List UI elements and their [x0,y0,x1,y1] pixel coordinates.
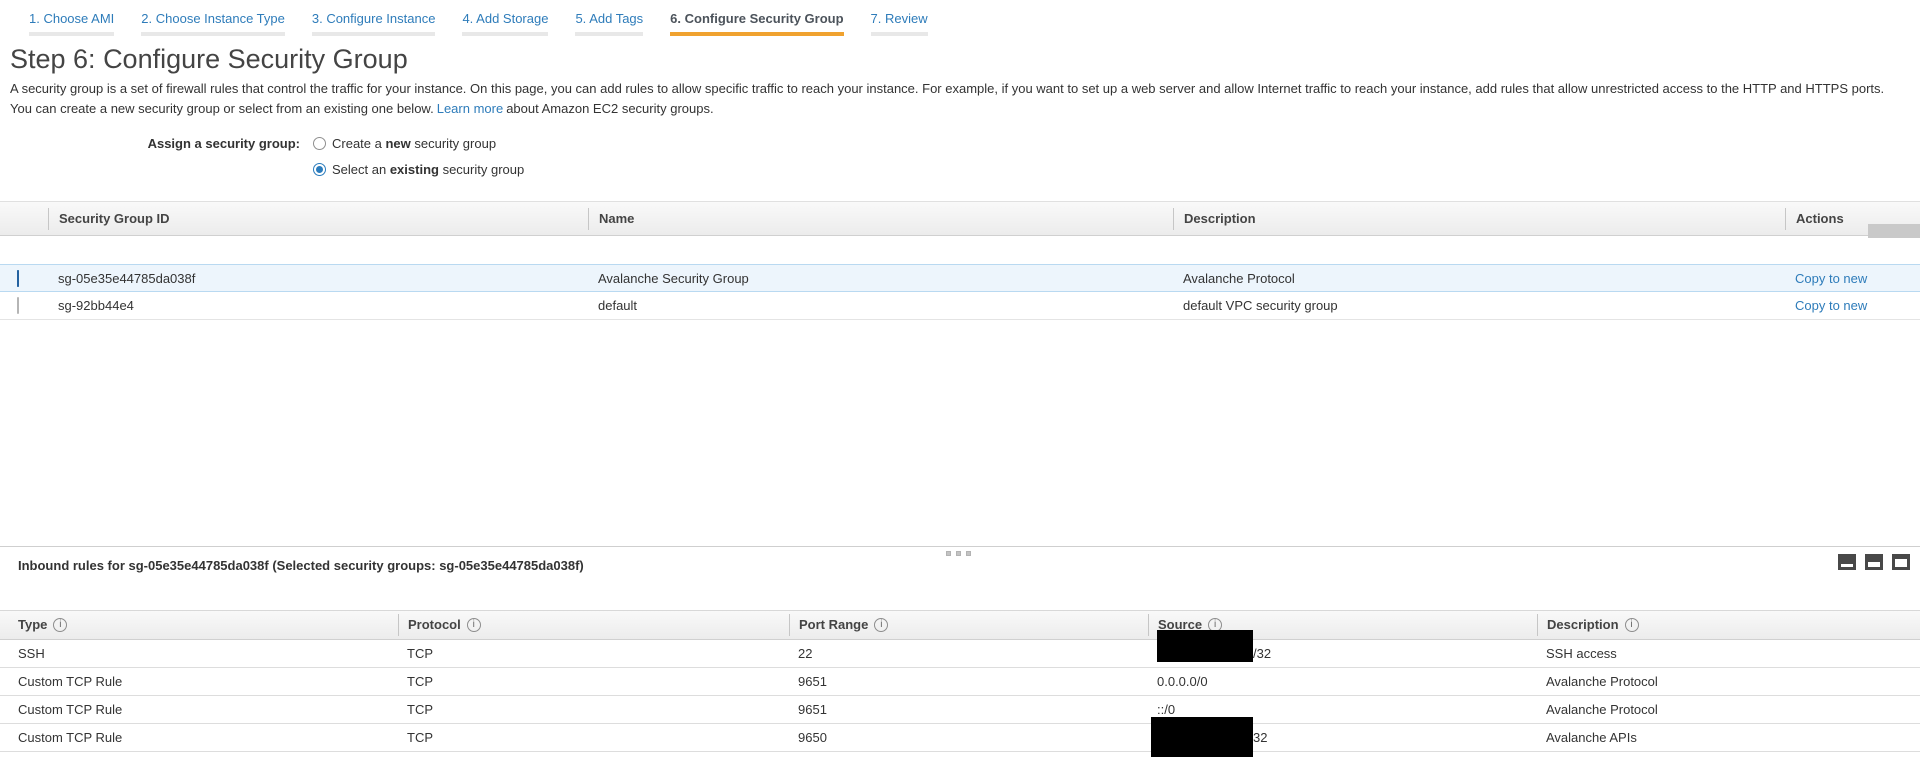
security-group-id: sg-92bb44e4 [48,298,588,313]
rule-port-range: 22 [789,646,1148,661]
info-icon[interactable]: i [1625,618,1639,632]
column-header-description: Descriptioni [1537,614,1920,636]
wizard-step-tabs: 1. Choose AMI 2. Choose Instance Type 3.… [0,0,1920,36]
tab-add-tags[interactable]: 5. Add Tags [575,11,643,36]
rule-description: Avalanche APIs [1537,730,1920,745]
section-divider [0,546,1920,547]
description-text-after: about Amazon EC2 security groups. [506,101,713,116]
tab-configure-instance[interactable]: 3. Configure Instance [312,11,436,36]
rule-protocol: TCP [398,646,789,661]
page-title: Step 6: Configure Security Group [10,44,1920,75]
scrollbar-corner [1868,224,1920,238]
copy-to-new-link[interactable]: Copy to new [1795,298,1867,313]
description-text: A security group is a set of firewall ru… [10,81,1884,116]
info-icon[interactable]: i [53,618,67,632]
inbound-rule-row-custom-tcp-9650: Custom TCP Rule TCP 9650 32 Avalanche AP… [0,724,1920,752]
drag-dot [966,551,971,556]
radio-unselected-icon[interactable] [313,137,326,150]
column-header-security-group-id: Security Group ID [48,208,588,230]
rule-protocol: TCP [398,702,789,717]
radio-create-new-security-group[interactable]: Create a new security group [313,136,496,151]
radio-label: Select an existing security group [332,162,524,177]
view-toggle-small-panel-icon[interactable] [1838,554,1856,570]
radio-selected-icon[interactable] [313,163,326,176]
rule-source: 32 [1148,730,1537,745]
radio-label: Create a new security group [332,136,496,151]
rule-protocol: TCP [398,730,789,745]
rule-type: Custom TCP Rule [0,730,398,745]
inbound-rules-title: Inbound rules for sg-05e35e44785da038f (… [18,558,584,573]
column-header-port-range: Port Rangei [789,614,1148,636]
rule-port-range: 9651 [789,674,1148,689]
rule-source: /32 [1148,646,1537,661]
tab-choose-ami[interactable]: 1. Choose AMI [29,11,114,36]
rule-port-range: 9651 [789,702,1148,717]
tab-configure-security-group[interactable]: 6. Configure Security Group [670,11,843,36]
drag-dot [946,551,951,556]
table-row-default-security-group[interactable]: sg-92bb44e4 default default VPC security… [0,292,1920,320]
copy-to-new-link[interactable]: Copy to new [1795,271,1867,286]
checkbox-column-header [0,208,48,230]
inbound-rule-row-ssh: SSH TCP 22 /32 SSH access [0,640,1920,668]
rule-description: Avalanche Protocol [1537,674,1920,689]
panel-resize-handle[interactable] [946,551,971,556]
tab-add-storage[interactable]: 4. Add Storage [462,11,548,36]
tab-review[interactable]: 7. Review [871,11,928,36]
rule-protocol: TCP [398,674,789,689]
page-description: A security group is a set of firewall ru… [10,79,1905,119]
rule-type: Custom TCP Rule [0,674,398,689]
learn-more-link[interactable]: Learn more [437,101,503,116]
security-group-description: default VPC security group [1173,298,1785,313]
inbound-rules-table: Typei Protocoli Port Rangei Sourcei Desc… [0,610,1920,752]
rule-port-range: 9650 [789,730,1148,745]
rule-source: ::/0 [1148,702,1537,717]
security-groups-table-header: Security Group ID Name Description Actio… [0,201,1920,236]
info-icon[interactable]: i [467,618,481,632]
rule-description: Avalanche Protocol [1537,702,1920,717]
assign-security-group-label: Assign a security group: [0,136,300,151]
checkbox-unchecked-icon[interactable] [17,297,19,314]
redaction-box [1151,717,1253,757]
column-header-description: Description [1173,208,1785,230]
security-groups-table-body: sg-05e35e44785da038f Avalanche Security … [0,264,1920,320]
tab-choose-instance-type[interactable]: 2. Choose Instance Type [141,11,285,36]
rule-type: Custom TCP Rule [0,702,398,717]
checkbox-checked-icon[interactable] [17,270,19,287]
radio-select-existing-security-group[interactable]: Select an existing security group [313,162,524,177]
rule-type: SSH [0,646,398,661]
inbound-rule-row-custom-tcp-9651-ipv4: Custom TCP Rule TCP 9651 0.0.0.0/0 Avala… [0,668,1920,696]
inbound-rules-table-header: Typei Protocoli Port Rangei Sourcei Desc… [0,610,1920,640]
assign-security-group-section: Assign a security group: Create a new se… [0,133,1920,179]
view-toggle-group [1838,554,1910,570]
security-group-name: default [588,298,1173,313]
table-row-avalanche-security-group[interactable]: sg-05e35e44785da038f Avalanche Security … [0,264,1920,292]
column-header-protocol: Protocoli [398,614,789,636]
column-header-type: Typei [0,614,398,636]
view-toggle-medium-panel-icon[interactable] [1865,554,1883,570]
security-group-name: Avalanche Security Group [588,271,1173,286]
drag-dot [956,551,961,556]
redaction-box [1157,630,1253,662]
view-toggle-large-panel-icon[interactable] [1892,554,1910,570]
rule-description: SSH access [1537,646,1920,661]
info-icon[interactable]: i [874,618,888,632]
security-group-description: Avalanche Protocol [1173,271,1785,286]
rule-source: 0.0.0.0/0 [1148,674,1537,689]
security-groups-table: Security Group ID Name Description Actio… [0,201,1920,320]
inbound-rule-row-custom-tcp-9651-ipv6: Custom TCP Rule TCP 9651 ::/0 Avalanche … [0,696,1920,724]
column-header-name: Name [588,208,1173,230]
security-group-id: sg-05e35e44785da038f [48,271,588,286]
